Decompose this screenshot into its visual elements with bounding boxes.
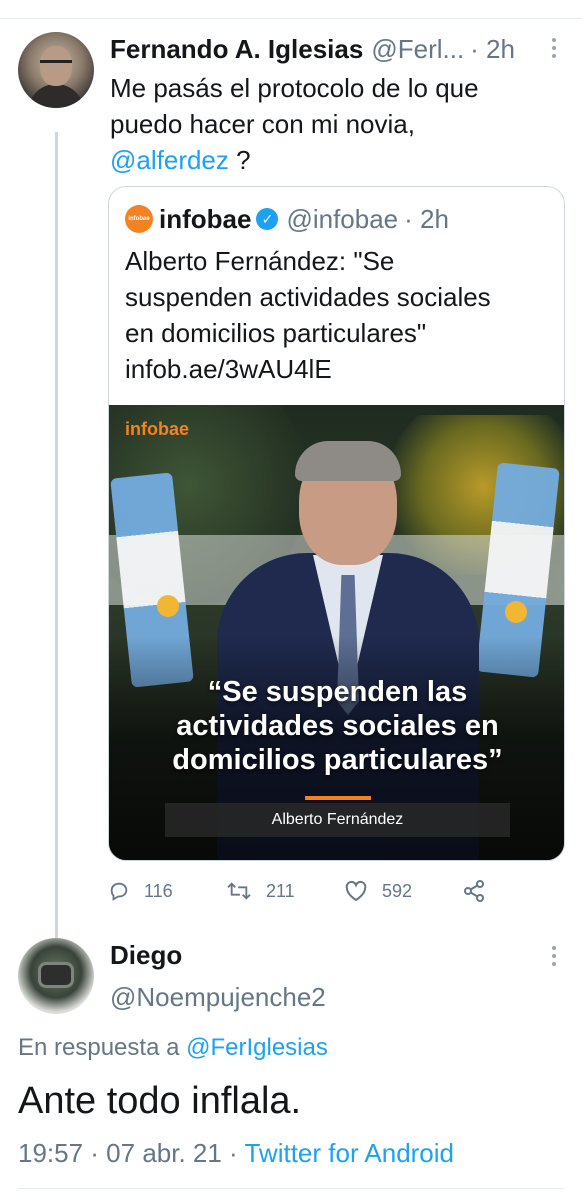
quoted-text-line: suspenden actividades sociales xyxy=(125,282,491,312)
image-brand-watermark: infobae xyxy=(125,419,190,439)
avatar-fernando[interactable] xyxy=(18,32,94,108)
bottom-divider xyxy=(18,1188,564,1189)
like-icon xyxy=(345,880,367,902)
tweet-text-line: Me pasás el protocolo de lo que xyxy=(110,73,479,103)
thread-line xyxy=(55,132,58,952)
quoted-author-name: infobae xyxy=(159,203,252,234)
share-icon xyxy=(464,880,484,902)
image-quote-line: actividades sociales en xyxy=(176,710,499,742)
reply-icon xyxy=(110,882,128,901)
top-divider xyxy=(0,18,582,19)
tweet-time: · 2h xyxy=(470,33,515,64)
reply-prefix: En respuesta a xyxy=(18,1034,187,1061)
quoted-tweet-time: · 2h xyxy=(404,203,449,234)
tweet-timestamp: 19:57 · 07 abr. 21 · Twitter for Android xyxy=(18,1138,454,1169)
more-vertical-icon[interactable] xyxy=(546,942,562,972)
mention-link[interactable]: @alferdez xyxy=(110,145,229,175)
reply-author-name[interactable]: Diego xyxy=(110,940,182,971)
image-accent-bar xyxy=(305,796,371,800)
quoted-tweet-card[interactable]: infobae infobae ✓ @infobae · 2h Alberto … xyxy=(108,186,565,861)
image-quote-line: domicilios particulares” xyxy=(172,744,503,776)
tweet-header: Fernando A. Iglesias @Ferl... · 2h xyxy=(110,32,550,66)
image-quote-line: “Se suspenden las xyxy=(207,676,468,708)
quoted-tweet-image[interactable]: infobae “Se suspenden las actividades so… xyxy=(109,405,564,860)
image-quote-text: “Se suspenden las actividades sociales e… xyxy=(119,675,556,777)
tweet-actions: 116 211 592 xyxy=(108,876,548,906)
verified-badge-icon: ✓ xyxy=(256,208,279,230)
infobae-logo-avatar[interactable]: infobae xyxy=(125,205,153,233)
quoted-link[interactable]: infob.ae/3wAU4lE xyxy=(125,351,550,387)
quoted-tweet-header: infobae infobae ✓ @infobae · 2h xyxy=(125,203,449,235)
quoted-author-handle: @infobae xyxy=(286,203,399,234)
share-button[interactable] xyxy=(462,876,500,906)
avatar-diego[interactable] xyxy=(18,938,94,1014)
tweet-text: Me pasás el protocolo de lo que puedo ha… xyxy=(110,70,550,178)
retweet-icon xyxy=(227,882,251,900)
tweet-source-link[interactable]: Twitter for Android xyxy=(244,1138,454,1168)
reply-tweet-text: Ante todo inflala. xyxy=(18,1080,302,1122)
reply-author-handle[interactable]: @Noempujenche2 xyxy=(110,982,326,1013)
like-button[interactable]: 592 xyxy=(344,876,412,906)
retweet-button[interactable]: 211 xyxy=(226,876,295,906)
like-count: 592 xyxy=(382,880,413,901)
reply-mention-link[interactable]: @FerIglesias xyxy=(186,1034,328,1061)
reply-count: 116 xyxy=(144,880,173,901)
reply-button[interactable]: 116 xyxy=(108,876,173,906)
tweet-text-suffix: ? xyxy=(228,145,251,175)
reply-context: En respuesta a @FerIglesias xyxy=(18,1034,328,1062)
quoted-text-line: Alberto Fernández: "Se xyxy=(125,246,395,276)
retweet-count: 211 xyxy=(266,880,295,901)
image-nameplate: Alberto Fernández xyxy=(165,803,510,837)
tweet-date: 19:57 · 07 abr. 21 · xyxy=(18,1138,245,1168)
quoted-text-line: en domicilios particulares" xyxy=(125,318,427,348)
more-vertical-icon[interactable] xyxy=(546,34,562,64)
tweet-text-line: puedo hacer con mi novia, xyxy=(110,109,415,139)
quoted-tweet-text: Alberto Fernández: "Se suspenden activid… xyxy=(125,243,550,387)
author-handle[interactable]: @Ferl... xyxy=(371,34,464,65)
author-name[interactable]: Fernando A. Iglesias xyxy=(110,34,363,65)
